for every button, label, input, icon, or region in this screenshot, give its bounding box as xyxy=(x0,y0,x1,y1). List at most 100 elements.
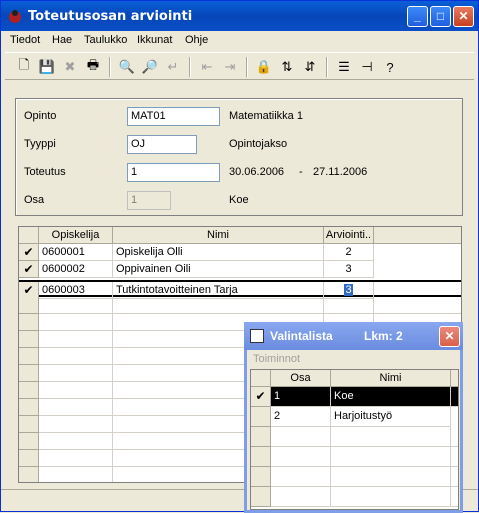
row-indicator xyxy=(19,399,39,416)
minimize-button[interactable]: _ xyxy=(407,6,428,27)
row-indicator xyxy=(251,447,271,467)
check-icon: ✔ xyxy=(19,261,39,278)
cell-opiskelija[interactable]: 0600002 xyxy=(39,261,113,278)
column-header-empty xyxy=(374,227,461,244)
osa-field[interactable]: 1 xyxy=(127,191,171,210)
toolbar-separator xyxy=(246,57,248,77)
help-icon[interactable]: ? xyxy=(379,56,401,78)
toolbar-separator xyxy=(189,57,191,77)
maximize-button[interactable]: □ xyxy=(430,6,451,27)
empty-cell[interactable] xyxy=(39,365,113,382)
sort-asc-icon[interactable]: ⇅ xyxy=(276,56,298,78)
title-bar: Toteutusosan arviointi _ □ ✕ xyxy=(1,1,478,31)
empty-cell[interactable] xyxy=(39,433,113,450)
opinto-name: Matematiikka 1 xyxy=(229,110,303,122)
empty-cell[interactable] xyxy=(331,447,451,467)
empty-cell[interactable] xyxy=(39,314,113,331)
popup-menu-toiminnot[interactable]: Toiminnot xyxy=(253,353,300,365)
empty-cell[interactable] xyxy=(39,348,113,365)
popup-close-button[interactable]: ✕ xyxy=(439,326,460,347)
empty-cell[interactable] xyxy=(271,427,331,447)
empty-cell[interactable] xyxy=(451,487,458,507)
cell-empty xyxy=(451,387,458,407)
cell-osa[interactable]: 2 xyxy=(271,407,331,427)
menu-hae[interactable]: Hae xyxy=(52,34,72,46)
empty-cell[interactable] xyxy=(451,447,458,467)
pin-icon[interactable]: ⊣ xyxy=(356,56,378,78)
empty-cell[interactable] xyxy=(39,467,113,482)
toteutus-label: Toteutus xyxy=(24,166,66,178)
empty-cell[interactable] xyxy=(324,297,374,314)
empty-cell[interactable] xyxy=(113,297,324,314)
toteutus-field[interactable]: 1 xyxy=(127,163,220,182)
lock-icon[interactable]: 🔒 xyxy=(253,56,275,78)
table-row-active[interactable]: ✔ 0600003 Tutkintotavoitteinen Tarja 3 xyxy=(19,280,461,299)
empty-cell[interactable] xyxy=(39,399,113,416)
row-indicator xyxy=(251,467,271,487)
close-button[interactable]: ✕ xyxy=(453,6,474,27)
menu-ohje[interactable]: Ohje xyxy=(185,34,208,46)
menu-taulukko[interactable]: Taulukko xyxy=(84,34,127,46)
menu-tiedot[interactable]: Tiedot xyxy=(10,34,40,46)
empty-cell[interactable] xyxy=(39,297,113,314)
empty-cell[interactable] xyxy=(374,297,461,314)
save-icon[interactable]: 💾 xyxy=(36,56,58,78)
row-indicator xyxy=(251,427,271,447)
column-header-empty xyxy=(451,370,458,387)
main-window: Toteutusosan arviointi _ □ ✕ Tiedot Hae … xyxy=(0,0,479,513)
list-icon[interactable]: ☰ xyxy=(333,56,355,78)
column-header-arviointi[interactable]: Arviointi.. xyxy=(324,227,374,244)
sort-desc-icon[interactable]: ⇵ xyxy=(299,56,321,78)
popup-title-bar: Valintalista Lkm: 2 ✕ xyxy=(244,322,463,350)
opinto-label: Opinto xyxy=(24,110,57,122)
empty-cell[interactable] xyxy=(39,450,113,467)
opinto-field[interactable]: MAT01 xyxy=(127,107,220,126)
move-left-icon[interactable]: ⇤ xyxy=(196,56,218,78)
grid-corner xyxy=(251,370,271,387)
empty-cell[interactable] xyxy=(39,382,113,399)
cell-nimi[interactable]: Oppivainen Oili xyxy=(113,261,324,278)
column-header-nimi[interactable]: Nimi xyxy=(113,227,324,244)
empty-cell[interactable] xyxy=(451,427,458,447)
move-right-icon[interactable]: ⇥ xyxy=(219,56,241,78)
column-header-opiskelija[interactable]: Opiskelija xyxy=(39,227,113,244)
cell-arviointi[interactable]: 3 xyxy=(324,261,374,278)
empty-cell[interactable] xyxy=(451,467,458,487)
cell-osa[interactable]: 1 xyxy=(271,387,331,407)
window-title: Toteutusosan arviointi xyxy=(28,9,193,24)
column-header-nimi[interactable]: Nimi xyxy=(331,370,451,387)
tyyppi-field[interactable]: OJ xyxy=(127,135,197,154)
row-indicator xyxy=(19,382,39,399)
row-indicator xyxy=(19,365,39,382)
menu-ikkunat[interactable]: Ikkunat xyxy=(137,34,172,46)
check-icon: ✔ xyxy=(251,387,271,407)
new-icon[interactable]: 🗋 xyxy=(13,56,35,78)
delete-icon[interactable]: ✖ xyxy=(59,56,81,78)
app-icon xyxy=(9,10,21,23)
print-icon[interactable]: 🖶 xyxy=(82,56,104,78)
empty-cell[interactable] xyxy=(331,467,451,487)
grid-corner xyxy=(19,227,39,244)
empty-cell[interactable] xyxy=(39,416,113,433)
row-indicator xyxy=(251,487,271,507)
toolbar-separator xyxy=(109,57,111,77)
empty-cell[interactable] xyxy=(271,487,331,507)
find-icon[interactable]: 🔎 xyxy=(139,56,161,78)
empty-cell[interactable] xyxy=(331,487,451,507)
toteutus-end: 27.11.2006 xyxy=(313,166,368,178)
row-indicator xyxy=(19,450,39,467)
empty-cell[interactable] xyxy=(331,427,451,447)
print-preview-icon[interactable]: 🔍 xyxy=(116,56,138,78)
cell-opiskelija[interactable]: 0600001 xyxy=(39,244,113,261)
empty-cell[interactable] xyxy=(39,331,113,348)
cell-arviointi[interactable]: 2 xyxy=(324,244,374,261)
column-header-osa[interactable]: Osa xyxy=(271,370,331,387)
empty-cell[interactable] xyxy=(271,467,331,487)
cell-nimi[interactable]: Harjoitustyö xyxy=(331,407,451,427)
row-indicator xyxy=(19,314,39,331)
valintalista-popup: Valintalista Lkm: 2 ✕ Toiminnot Osa Nimi… xyxy=(244,322,463,513)
exit-icon[interactable]: ↵ xyxy=(162,56,184,78)
cell-nimi[interactable]: Opiskelija Olli xyxy=(113,244,324,261)
empty-cell[interactable] xyxy=(271,447,331,467)
cell-nimi[interactable]: Koe xyxy=(331,387,451,407)
